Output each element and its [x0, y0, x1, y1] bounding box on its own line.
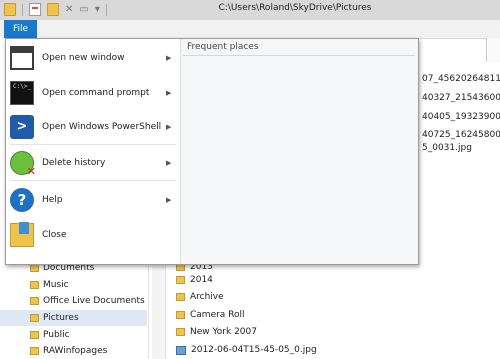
file-name: Camera Roll [190, 310, 245, 320]
file-name: 2014 [190, 275, 213, 285]
folder-icon [30, 347, 39, 355]
nav-item-rawinfopages[interactable]: RAWinfopages [30, 343, 107, 359]
menu-separator [10, 180, 176, 181]
file-list-item[interactable]: 07_456202648115_8 [422, 71, 500, 87]
folder-icon [176, 328, 185, 336]
menu-separator [10, 144, 176, 145]
ribbon-tab-row [0, 20, 500, 39]
title-bar: ✕ ▭ ▾ C:\Users\Roland\SkyDrive\Pictures [0, 0, 500, 20]
folder-icon [30, 331, 39, 339]
file-list-item[interactable]: New York 2007 [176, 324, 257, 340]
menu-item-open-new-window[interactable]: Open new window ▶ [6, 41, 180, 75]
file-list-item[interactable]: Archive [176, 289, 224, 305]
nav-item-music[interactable]: Music [30, 277, 69, 293]
menu-item-label: Help [42, 195, 63, 205]
folder-icon [176, 293, 185, 301]
menu-item-open-command-prompt[interactable]: C:\>_ Open command prompt ▶ [6, 76, 180, 110]
folder-icon [30, 281, 39, 289]
frequent-places-panel: Frequent places [181, 39, 418, 264]
menu-item-open-windows-powershell[interactable]: > Open Windows PowerShell ▶ [6, 110, 180, 144]
nav-item-label: Office Live Documents [43, 296, 145, 306]
submenu-arrow-icon: ▶ [166, 159, 172, 167]
file-menu-commands: Open new window ▶ C:\>_ Open command pro… [6, 39, 180, 264]
file-list-item[interactable]: Camera Roll [176, 307, 245, 323]
new-window-icon [10, 46, 34, 70]
command-prompt-icon: C:\>_ [10, 81, 34, 105]
menu-item-help[interactable]: ? Help ▶ [6, 183, 180, 217]
nav-item-label: RAWinfopages [43, 346, 108, 356]
delete-history-icon [10, 151, 36, 178]
nav-item-office-live-documents[interactable]: Office Live Documents [30, 293, 145, 309]
image-file-icon [176, 345, 186, 355]
file-name: 2012-06-04T15-45-05_0.jpg [191, 345, 317, 355]
file-name: New York 2007 [190, 327, 257, 337]
file-name: Archive [190, 292, 224, 302]
powershell-icon: > [10, 115, 34, 139]
file-list-item[interactable]: 5_0031.jpg [422, 140, 472, 156]
window-title: C:\Users\Roland\SkyDrive\Pictures [218, 3, 372, 13]
submenu-arrow-icon: ▶ [166, 123, 172, 131]
frequent-places-divider [183, 55, 415, 56]
folder-icon [30, 314, 39, 322]
submenu-arrow-icon: ▶ [166, 89, 172, 97]
folder-icon [176, 276, 185, 284]
nav-item-label: Public [43, 330, 70, 340]
nav-item-label: Pictures [43, 313, 79, 323]
nav-item-public[interactable]: Public [30, 327, 70, 343]
frequent-places-title: Frequent places [187, 42, 259, 52]
vertical-scrollbar[interactable] [486, 38, 500, 62]
file-menu: Open new window ▶ C:\>_ Open command pro… [5, 38, 419, 265]
menu-item-label: Open Windows PowerShell [42, 122, 162, 132]
help-icon: ? [10, 188, 34, 212]
nav-item-pictures[interactable]: Pictures [0, 310, 147, 326]
menu-item-label: Delete history [42, 158, 106, 168]
file-list-item[interactable]: 40405_193239000_i [422, 109, 500, 125]
file-list-item[interactable]: 2014 [176, 272, 213, 288]
menu-item-label: Open new window [42, 53, 125, 63]
submenu-arrow-icon: ▶ [166, 196, 172, 204]
menu-item-close[interactable]: Close [6, 218, 180, 252]
folder-icon [30, 297, 39, 305]
menu-item-label: Close [42, 230, 67, 240]
file-list-item[interactable]: 2012-06-04T15-45-05_0.jpg [176, 342, 317, 358]
folder-icon [30, 264, 39, 272]
menu-item-label: Open command prompt [42, 88, 150, 98]
menu-item-delete-history[interactable]: Delete history ▶ [6, 146, 180, 180]
file-tab[interactable]: File [4, 20, 37, 38]
folder-icon [176, 311, 185, 319]
file-list-item[interactable]: 40327_215436000_i [422, 90, 500, 106]
close-icon [10, 222, 34, 247]
nav-item-label: Music [43, 280, 69, 290]
submenu-arrow-icon: ▶ [166, 54, 172, 62]
